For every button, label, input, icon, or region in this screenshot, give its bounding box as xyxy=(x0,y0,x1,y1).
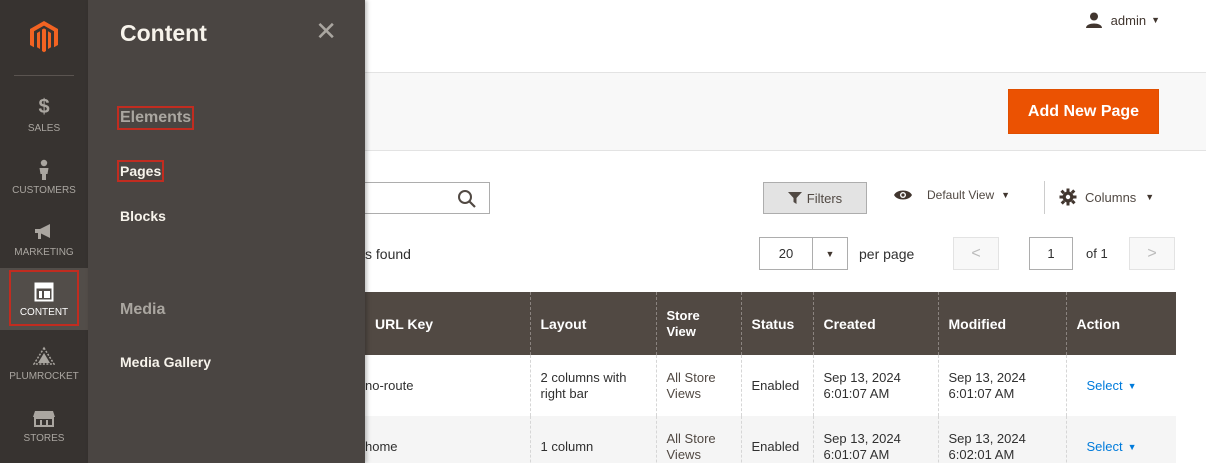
close-icon[interactable]: ✕ xyxy=(315,18,337,44)
gear-icon xyxy=(1059,188,1077,206)
column-header-action: Action xyxy=(1065,292,1176,355)
eye-icon xyxy=(894,190,912,200)
chevron-down-icon[interactable]: ▼ xyxy=(813,238,847,269)
logo-divider xyxy=(14,75,74,76)
cell-layout: 2 columns with right bar xyxy=(529,355,656,416)
per-page-select[interactable]: 20 ▼ xyxy=(759,237,848,270)
filters-button[interactable]: Filters xyxy=(763,182,867,214)
cell-url-key: no-route xyxy=(365,355,530,416)
current-page-input[interactable]: 1 xyxy=(1029,237,1073,270)
grid-header-row: URL Key Layout Store View Status Created… xyxy=(365,292,1176,355)
cell-status: Enabled xyxy=(740,355,813,416)
flyout-heading-media: Media xyxy=(120,301,166,318)
user-icon xyxy=(1085,12,1102,28)
filters-label: Filters xyxy=(806,190,843,206)
cell-status: Enabled xyxy=(740,416,813,463)
chevron-down-icon: ▼ xyxy=(1127,441,1137,452)
nav-item-stores[interactable]: STORES xyxy=(0,394,88,456)
search-icon[interactable] xyxy=(457,189,477,209)
nav-label: PLUMROCKET xyxy=(9,370,79,382)
select-label: Select xyxy=(1086,438,1123,454)
flyout-link-blocks[interactable]: Blocks xyxy=(120,208,166,224)
cell-modified: Sep 13, 2024 6:02:01 AM xyxy=(937,416,1066,463)
chevron-down-icon: ▼ xyxy=(1145,192,1155,202)
megaphone-icon xyxy=(33,221,55,243)
plumrocket-icon xyxy=(33,345,55,367)
column-header-layout[interactable]: Layout xyxy=(529,292,656,355)
cell-action: Select ▼ xyxy=(1065,355,1176,416)
column-header-created[interactable]: Created xyxy=(812,292,938,355)
nav-label: MARKETING xyxy=(14,246,74,258)
page-total: of 1 xyxy=(1086,246,1108,261)
columns-switcher[interactable]: Columns ▼ xyxy=(1059,188,1154,206)
flyout-link-media-gallery[interactable]: Media Gallery xyxy=(120,354,211,370)
content-highlight-box xyxy=(9,270,79,326)
view-label: Default View xyxy=(927,188,995,202)
table-row[interactable]: home 1 column All Store Views Enabled Se… xyxy=(365,416,1176,463)
chevron-right-icon: > xyxy=(1147,244,1157,262)
flyout-link-pages[interactable]: Pages xyxy=(116,160,165,182)
table-row[interactable]: no-route 2 columns with right bar All St… xyxy=(365,355,1176,416)
chevron-down-icon: ▼ xyxy=(1001,190,1011,200)
per-page-label: per page xyxy=(859,246,915,262)
pages-grid: URL Key Layout Store View Status Created… xyxy=(365,292,1176,463)
magento-logo-icon xyxy=(30,20,58,52)
nav-item-customers[interactable]: CUSTOMERS xyxy=(0,146,88,208)
keyword-search-input[interactable] xyxy=(365,182,490,214)
admin-user-menu[interactable]: admin ▼ xyxy=(1085,12,1160,28)
cell-modified: Sep 13, 2024 6:01:07 AM xyxy=(937,355,1066,416)
cell-layout: 1 column xyxy=(529,416,656,463)
admin-sidebar: $ SALES CUSTOMERS MARKETING CONTENT PLUM… xyxy=(0,0,88,463)
column-header-status[interactable]: Status xyxy=(740,292,813,355)
add-new-page-button[interactable]: Add New Page xyxy=(1008,89,1159,134)
nav-label: SALES xyxy=(27,122,61,134)
nav-item-sales[interactable]: $ SALES xyxy=(0,84,88,146)
column-header-url-key[interactable]: URL Key xyxy=(365,292,530,355)
nav-label: STORES xyxy=(23,432,65,444)
select-action-link[interactable]: Select ▼ xyxy=(1087,378,1137,394)
flyout-heading-elements: Elements xyxy=(116,106,195,130)
customer-icon xyxy=(37,159,51,181)
cell-created: Sep 13, 2024 6:01:07 AM xyxy=(812,416,938,463)
cell-url-key: home xyxy=(365,416,530,463)
next-page-button[interactable]: > xyxy=(1129,237,1175,270)
previous-page-button[interactable]: < xyxy=(953,237,999,270)
toolbar-divider xyxy=(1044,181,1045,214)
nav-label: CUSTOMERS xyxy=(12,184,76,196)
admin-username: admin xyxy=(1110,12,1147,28)
cell-store-view: All Store Views xyxy=(655,355,741,416)
column-header-modified[interactable]: Modified xyxy=(937,292,1066,355)
column-header-store-view[interactable]: Store View xyxy=(655,292,741,355)
per-page-value: 20 xyxy=(760,238,813,269)
dollar-icon: $ xyxy=(38,96,50,118)
chevron-left-icon: < xyxy=(971,244,981,262)
columns-label: Columns xyxy=(1085,189,1137,205)
select-label: Select xyxy=(1086,377,1123,393)
store-icon xyxy=(32,407,56,429)
nav-item-plumrocket[interactable]: PLUMROCKET xyxy=(0,332,88,394)
magento-logo[interactable] xyxy=(0,0,88,73)
cell-created: Sep 13, 2024 6:01:07 AM xyxy=(812,355,938,416)
records-found-count: s found xyxy=(365,246,411,262)
select-action-link[interactable]: Select ▼ xyxy=(1087,439,1137,455)
view-switcher[interactable]: Default View ▼ xyxy=(893,188,1010,202)
chevron-down-icon: ▼ xyxy=(1151,15,1160,25)
flyout-title: Content xyxy=(120,20,207,46)
filter-icon xyxy=(787,192,802,204)
chevron-down-icon: ▼ xyxy=(1127,380,1137,391)
cell-store-view: All Store Views xyxy=(655,416,741,463)
content-flyout-menu: Content ✕ Elements Pages Blocks Media Me… xyxy=(88,0,365,463)
cell-action: Select ▼ xyxy=(1065,416,1176,463)
nav-item-marketing[interactable]: MARKETING xyxy=(0,208,88,270)
